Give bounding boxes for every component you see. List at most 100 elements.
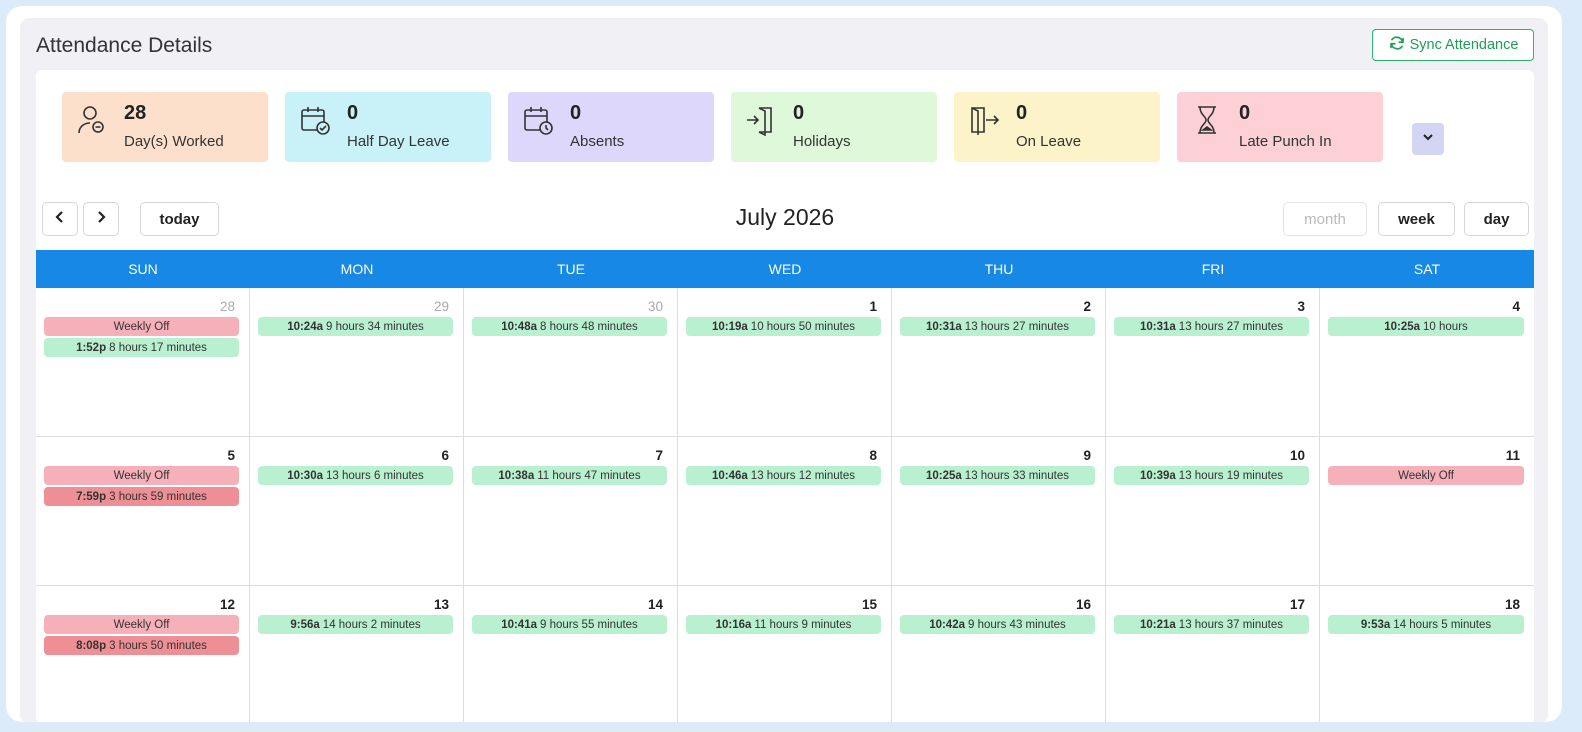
day-events: Weekly Off 1:52p 8 hours 17 minutes: [44, 317, 239, 357]
day-number[interactable]: 17: [1290, 597, 1305, 612]
stat-value: 0: [347, 102, 359, 124]
event-time: 7:59p: [76, 490, 107, 503]
calendar-day-cell[interactable]: 14 10:41a 9 hours 55 minutes: [464, 586, 678, 722]
day-number[interactable]: 8: [869, 448, 877, 463]
day-number[interactable]: 11: [1506, 448, 1520, 463]
day-number[interactable]: 5: [227, 448, 235, 463]
day-number[interactable]: 4: [1512, 299, 1520, 314]
day-number[interactable]: 30: [648, 299, 663, 314]
event-time: 10:41a: [501, 618, 537, 631]
attendance-event[interactable]: 10:38a 11 hours 47 minutes: [472, 466, 667, 485]
attendance-event[interactable]: 10:16a 11 hours 9 minutes: [686, 615, 881, 634]
attendance-event[interactable]: 10:30a 13 hours 6 minutes: [258, 466, 453, 485]
attendance-event[interactable]: 10:31a 13 hours 27 minutes: [900, 317, 1095, 336]
day-number[interactable]: 9: [1083, 448, 1091, 463]
day-number[interactable]: 6: [441, 448, 449, 463]
day-events: 9:56a 14 hours 2 minutes: [258, 615, 453, 634]
day-number[interactable]: 3: [1297, 299, 1305, 314]
attendance-event[interactable]: 10:24a 9 hours 34 minutes: [258, 317, 453, 336]
calendar-day-cell[interactable]: 13 9:56a 14 hours 2 minutes: [250, 586, 464, 722]
calendar-day-cell[interactable]: 4 10:25a 10 hours: [1320, 288, 1534, 437]
event-time: 1:52p: [76, 341, 107, 354]
calendar-day-cell[interactable]: 18 9:53a 14 hours 5 minutes: [1320, 586, 1534, 722]
event-time: 10:25a: [1384, 320, 1421, 333]
attendance-event[interactable]: 9:56a 14 hours 2 minutes: [258, 615, 453, 634]
calendar-day-cell[interactable]: 7 10:38a 11 hours 47 minutes: [464, 437, 678, 586]
event-time: 9:56a: [290, 618, 320, 631]
attendance-event[interactable]: 7:59p 3 hours 59 minutes: [44, 487, 239, 506]
month-view-button[interactable]: month: [1283, 202, 1367, 236]
calendar-day-cell[interactable]: 28 Weekly Off 1:52p 8 hours 17 minutes: [36, 288, 250, 437]
weekday-thu: THU: [984, 261, 1014, 277]
day-number[interactable]: 28: [220, 299, 235, 314]
calendar-day-cell[interactable]: 8 10:46a 13 hours 12 minutes: [678, 437, 892, 586]
day-number[interactable]: 7: [655, 448, 663, 463]
day-number[interactable]: 16: [1076, 597, 1091, 612]
calendar-day-cell[interactable]: 12 Weekly Off 8:08p 3 hours 50 minutes: [36, 586, 250, 722]
day-number[interactable]: 12: [220, 597, 235, 612]
day-number[interactable]: 1: [869, 299, 877, 314]
expand-stats-button[interactable]: [1412, 123, 1444, 155]
day-events: 10:46a 13 hours 12 minutes: [686, 466, 881, 485]
attendance-event[interactable]: 10:19a 10 hours 50 minutes: [686, 317, 881, 336]
event-description: 9 hours 43 minutes: [968, 618, 1066, 631]
event-time: 10:16a: [715, 618, 752, 631]
day-events: Weekly Off 7:59p 3 hours 59 minutes: [44, 466, 239, 506]
day-number[interactable]: 10: [1290, 448, 1305, 463]
week-view-button[interactable]: week: [1378, 202, 1455, 236]
calendar-day-cell[interactable]: 5 Weekly Off 7:59p 3 hours 59 minutes: [36, 437, 250, 586]
day-number[interactable]: 13: [434, 597, 449, 612]
calendar-day-cell[interactable]: 10 10:39a 13 hours 19 minutes: [1106, 437, 1320, 586]
page-title: Attendance Details: [36, 34, 213, 57]
attendance-event[interactable]: 10:25a 13 hours 33 minutes: [900, 466, 1095, 485]
weekly-off-event[interactable]: Weekly Off: [1328, 466, 1524, 485]
event-time: 10:31a: [1139, 320, 1176, 333]
weekday-mon: MON: [340, 261, 374, 277]
event-time: 10:21a: [1139, 618, 1176, 631]
event-description: 9 hours 55 minutes: [540, 618, 638, 631]
attendance-event[interactable]: 10:42a 9 hours 43 minutes: [900, 615, 1095, 634]
calendar-clock-icon: [522, 104, 554, 136]
attendance-event[interactable]: 10:48a 8 hours 48 minutes: [472, 317, 667, 336]
sync-attendance-button[interactable]: Sync Attendance: [1372, 29, 1534, 61]
chevron-down-icon: [1421, 130, 1435, 149]
calendar-day-cell[interactable]: 6 10:30a 13 hours 6 minutes: [250, 437, 464, 586]
attendance-event[interactable]: 10:39a 13 hours 19 minutes: [1114, 466, 1309, 485]
user-minus-icon: [76, 104, 108, 136]
attendance-event[interactable]: 10:25a 10 hours: [1328, 317, 1524, 336]
event-description: Weekly Off: [113, 618, 170, 631]
day-view-button[interactable]: day: [1464, 202, 1529, 236]
attendance-event[interactable]: 10:31a 13 hours 27 minutes: [1114, 317, 1309, 336]
event-description: 13 hours 33 minutes: [964, 469, 1069, 482]
day-number[interactable]: 29: [434, 299, 449, 314]
calendar-weekday-header: SUN MON TUE WED THU FRI SAT: [36, 250, 1534, 288]
calendar-day-cell[interactable]: 30 10:48a 8 hours 48 minutes: [464, 288, 678, 437]
stat-value: 0: [1239, 102, 1251, 124]
attendance-event[interactable]: 10:21a 13 hours 37 minutes: [1114, 615, 1309, 634]
day-number[interactable]: 18: [1505, 597, 1520, 612]
calendar-day-cell[interactable]: 3 10:31a 13 hours 27 minutes: [1106, 288, 1320, 437]
day-number[interactable]: 14: [648, 597, 663, 612]
calendar-day-cell[interactable]: 9 10:25a 13 hours 33 minutes: [892, 437, 1106, 586]
attendance-event[interactable]: 1:52p 8 hours 17 minutes: [44, 338, 239, 357]
day-number[interactable]: 15: [862, 597, 877, 612]
attendance-event[interactable]: 10:41a 9 hours 55 minutes: [472, 615, 667, 634]
calendar-day-cell[interactable]: 16 10:42a 9 hours 43 minutes: [892, 586, 1106, 722]
event-time: 9:53a: [1360, 618, 1391, 631]
weekly-off-event[interactable]: Weekly Off: [44, 466, 239, 485]
calendar-day-cell[interactable]: 2 10:31a 13 hours 27 minutes: [892, 288, 1106, 437]
attendance-event[interactable]: 10:46a 13 hours 12 minutes: [686, 466, 881, 485]
calendar-day-cell[interactable]: 15 10:16a 11 hours 9 minutes: [678, 586, 892, 722]
calendar-day-cell[interactable]: 11 Weekly Off: [1320, 437, 1534, 586]
day-events: 10:42a 9 hours 43 minutes: [900, 615, 1095, 634]
day-number[interactable]: 2: [1083, 299, 1091, 314]
calendar-day-cell[interactable]: 29 10:24a 9 hours 34 minutes: [250, 288, 464, 437]
weekly-off-event[interactable]: Weekly Off: [44, 317, 239, 336]
calendar-day-cell[interactable]: 17 10:21a 13 hours 37 minutes: [1106, 586, 1320, 722]
attendance-event[interactable]: 9:53a 14 hours 5 minutes: [1328, 615, 1524, 634]
event-time: 10:38a: [498, 469, 535, 482]
attendance-event[interactable]: 8:08p 3 hours 50 minutes: [44, 636, 239, 655]
calendar-day-cell[interactable]: 1 10:19a 10 hours 50 minutes: [678, 288, 892, 437]
stat-days-worked: 28 Day(s) Worked: [62, 92, 268, 162]
weekly-off-event[interactable]: Weekly Off: [44, 615, 239, 634]
